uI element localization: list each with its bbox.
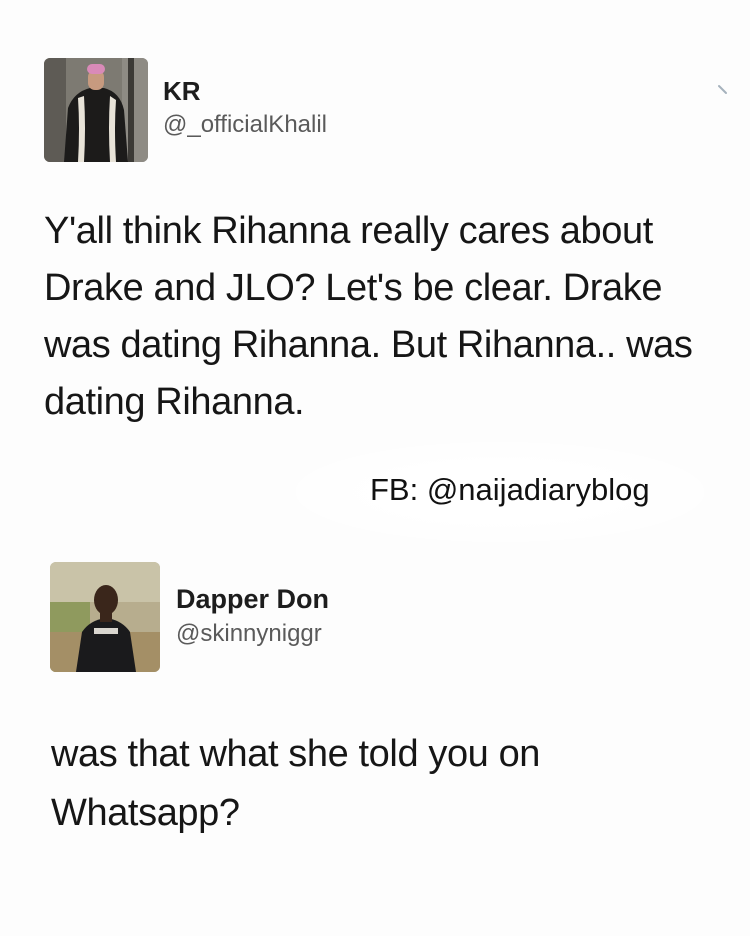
user-handle[interactable]: @_officialKhalil [163,111,327,139]
avatar-photo [50,562,160,672]
avatar[interactable] [44,58,148,162]
display-name[interactable]: KR [163,76,201,107]
avatar-photo [44,58,148,162]
tweet-text: Y'all think Rihanna really cares about D… [44,210,693,423]
user-handle[interactable]: @skinnyniggr [176,620,322,648]
watermark: FB: @naijadiaryblog [370,472,650,507]
tweet-card: Dapper Don @skinnyniggr was that what sh… [0,540,750,936]
avatar[interactable] [50,562,160,672]
tweet-card: KR @_officialKhalil Y'all think Rihanna … [0,0,750,470]
tweet-text: was that what she told you on Whatsapp? [51,733,541,834]
display-name[interactable]: Dapper Don [176,584,329,615]
chevron-down-icon[interactable] [716,82,730,96]
